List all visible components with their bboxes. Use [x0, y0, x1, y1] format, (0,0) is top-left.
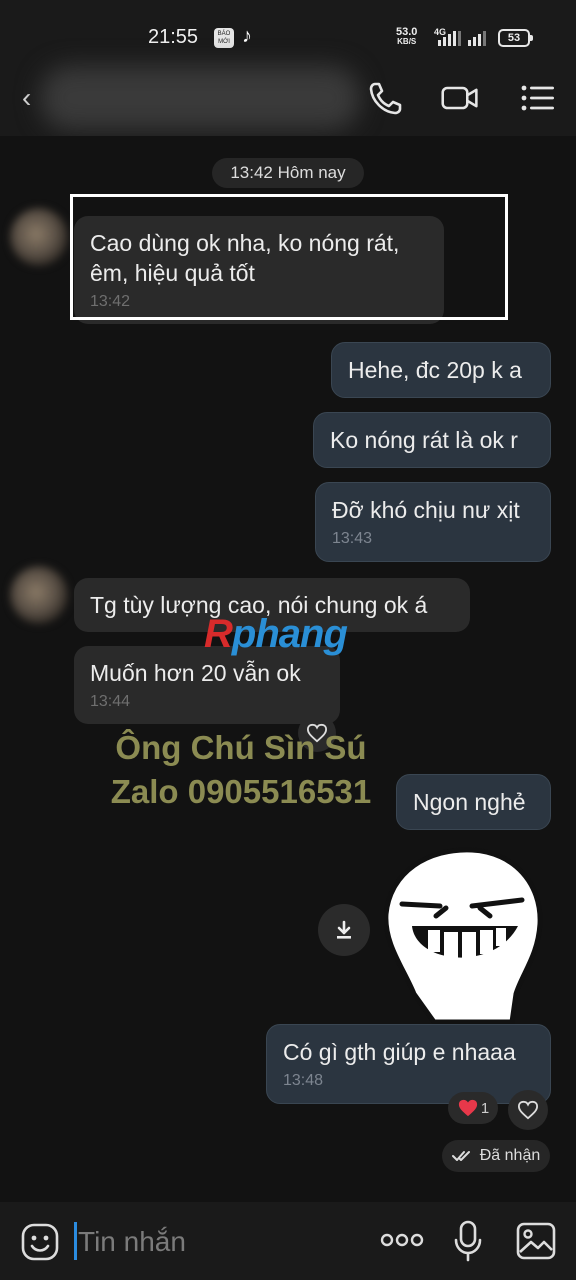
chat-area[interactable]: 13:42 Hôm nay Cao dùng ok nha, ko nóng r…: [0, 136, 576, 1202]
watermark-logo-b: phang: [231, 612, 348, 656]
grinning-face-sticker[interactable]: [384, 844, 544, 1024]
message-input[interactable]: Tin nhắn: [78, 1226, 186, 1258]
message-bubble-outgoing[interactable]: Đỡ khó chịu nư xịt 13:43: [315, 482, 551, 562]
network-speed: 53.0 KB/S: [396, 27, 417, 47]
reaction-summary[interactable]: 1: [448, 1092, 498, 1124]
message-bubble-outgoing[interactable]: Hehe, đc 20p k a: [331, 342, 551, 398]
message-text: Hehe, đc 20p k a: [348, 357, 522, 383]
more-options-icon[interactable]: [380, 1232, 424, 1248]
reaction-count: 1: [480, 1099, 490, 1117]
status-time: 21:55: [148, 26, 199, 48]
battery-icon: 53: [498, 29, 533, 47]
delivery-status: Đã nhận: [442, 1140, 550, 1172]
video-call-icon[interactable]: [440, 78, 480, 118]
speed-value: 53.0: [396, 26, 418, 38]
baomoi-app-icon: BÁO MỚI: [214, 28, 234, 48]
highlight-frame: [70, 194, 508, 320]
download-icon: [337, 920, 351, 939]
heart-filled-icon: [458, 1099, 477, 1117]
message-bubble-outgoing[interactable]: Ngon nghẻ: [396, 774, 551, 830]
back-arrow-icon[interactable]: ‹: [22, 82, 31, 114]
speed-unit: KB/S: [397, 37, 417, 46]
signal-icon: [438, 30, 461, 46]
double-check-icon: [451, 1151, 470, 1161]
watermark-text: Ông Chú Sìn Sú Zalo 0905516531: [96, 726, 386, 814]
message-text: Ko nóng rát là ok r: [330, 427, 518, 453]
react-heart-button[interactable]: [508, 1090, 548, 1130]
message-input-bar: Tin nhắn: [0, 1202, 576, 1280]
text-cursor: [74, 1222, 77, 1260]
message-text: Ngon nghẻ: [413, 789, 526, 815]
contact-name-blurred[interactable]: [40, 66, 360, 130]
download-button[interactable]: [318, 904, 370, 956]
message-text: Muốn hơn 20 vẫn ok: [90, 660, 301, 686]
message-time: 13:44: [90, 693, 131, 710]
message-bubble-outgoing[interactable]: Ko nóng rát là ok r: [313, 412, 551, 468]
chat-header: ‹: [0, 58, 576, 136]
message-bubble-outgoing[interactable]: Có gì gth giúp e nhaaa 13:48: [266, 1024, 551, 1104]
watermark-logo: Rphang: [204, 612, 348, 657]
image-gallery-icon[interactable]: [516, 1222, 556, 1260]
message-text: Có gì gth giúp e nhaaa: [283, 1039, 516, 1065]
sticker-emoji-icon[interactable]: [20, 1222, 60, 1262]
delivery-status-label: Đã nhận: [479, 1147, 541, 1164]
tiktok-icon: ♪: [242, 25, 252, 47]
heart-outline-icon: [517, 1100, 539, 1120]
phone-call-icon[interactable]: [366, 78, 406, 118]
watermark-logo-a: R: [204, 612, 233, 656]
message-time: 13:43: [332, 530, 373, 547]
signal-2-icon: [468, 30, 486, 46]
menu-list-icon[interactable]: [518, 78, 558, 118]
watermark-line1: Ông Chú Sìn Sú: [115, 729, 367, 766]
watermark-line2: Zalo 0905516531: [110, 773, 372, 810]
message-bubble-incoming[interactable]: Muốn hơn 20 vẫn ok 13:44: [74, 646, 340, 724]
message-text: Đỡ khó chịu nư xịt: [332, 497, 520, 523]
message-time: 13:48: [283, 1072, 324, 1089]
date-separator: 13:42 Hôm nay: [212, 158, 364, 188]
microphone-icon[interactable]: [454, 1220, 482, 1262]
contact-avatar[interactable]: [10, 208, 68, 266]
contact-avatar[interactable]: [10, 566, 68, 624]
